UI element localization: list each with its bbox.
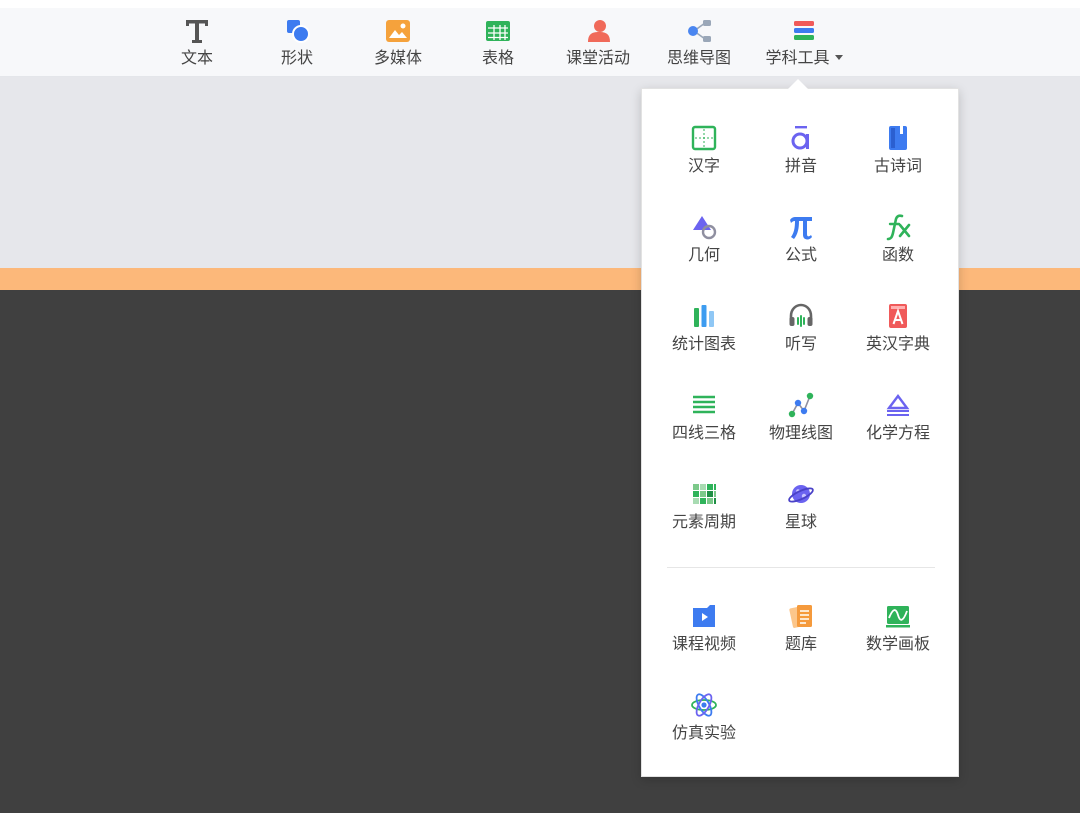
menu-item-course-video[interactable]: 课程视频 [655,602,753,672]
headphones-icon [789,303,813,327]
menu-item-pinyin[interactable]: 拼音 [752,124,850,194]
person-icon [588,20,610,42]
menu-item-periodic-table[interactable]: 元素周期 [655,480,753,550]
chem-equation-icon [886,394,910,416]
menu-item-simulation[interactable]: 仿真实验 [655,691,753,761]
activity-tool-label: 课堂活动 [565,48,630,67]
menu-label-pinyin: 拼音 [784,156,817,175]
menu-label-physics-graph: 物理线图 [768,423,833,442]
menu-item-four-line[interactable]: 四线三格 [655,391,753,461]
mindmap-icon [688,20,711,42]
menu-item-physics-graph[interactable]: 物理线图 [752,391,850,461]
menu-label-simulation: 仿真实验 [671,723,736,742]
top-toolbar: 文本 形状 多媒体 表格 课堂活动 思维导图 学科工具 [0,0,1080,77]
menu-label-four-line: 四线三格 [671,423,736,442]
menu-item-chem-equation[interactable]: 化学方程 [849,391,947,461]
mindmap-tool-button[interactable]: 思维导图 [654,16,744,76]
video-play-icon [693,605,715,627]
table-icon [486,21,510,41]
menu-item-hanzi[interactable]: 汉字 [655,124,753,194]
menu-label-chem-equation: 化学方程 [865,423,930,442]
menu-label-formula: 公式 [784,245,817,264]
menu-item-dictionary[interactable]: 英汉字典 [849,302,947,372]
periodic-grid-icon [693,484,716,504]
image-icon [386,20,410,42]
geometry-icon [693,216,717,240]
bar-chart-icon [694,305,714,327]
table-tool-button[interactable]: 表格 [453,16,543,76]
four-lines-icon [693,395,715,414]
menu-label-poetry: 古诗词 [873,156,922,175]
subject-tools-label: 学科工具 [754,48,854,68]
caret-down-icon [834,55,843,60]
dictionary-icon [889,304,907,328]
menu-item-question-bank[interactable]: 题库 [752,602,850,672]
activity-tool-button[interactable]: 课堂活动 [553,16,643,76]
menu-pointer [788,79,808,89]
text-tool-label: 文本 [180,48,213,67]
menu-item-poetry[interactable]: 古诗词 [849,124,947,194]
shape-tool-button[interactable]: 形状 [252,16,342,76]
shape-icon [287,20,310,43]
menu-label-dictation: 听写 [784,334,817,353]
text-icon [186,20,208,43]
subject-tools-button[interactable]: 学科工具 [754,16,854,76]
menu-item-function[interactable]: 函数 [849,213,947,283]
planet-icon [788,485,814,503]
menu-label-hanzi: 汉字 [687,156,720,175]
menu-label-geometry: 几何 [687,245,720,264]
media-tool-button[interactable]: 多媒体 [353,16,443,76]
table-tool-label: 表格 [481,48,514,67]
books-icon [794,21,814,40]
line-graph-icon [788,392,814,418]
menu-label-function: 函数 [881,245,914,264]
menu-label-question-bank: 题库 [784,634,817,653]
function-fx-icon [886,214,911,241]
pinyin-icon [791,126,809,150]
menu-item-planet[interactable]: 星球 [752,480,850,550]
subject-tools-text: 学科工具 [765,48,830,67]
book-icon [889,126,907,150]
media-tool-label: 多媒体 [373,48,422,67]
menu-item-geometry[interactable]: 几何 [655,213,753,283]
menu-divider [667,567,935,568]
menu-label-planet: 星球 [784,512,817,531]
math-board-icon [886,606,910,628]
menu-label-course-video: 课程视频 [671,634,736,653]
text-tool-button[interactable]: 文本 [152,16,242,76]
shape-tool-label: 形状 [280,48,313,67]
menu-item-dictation[interactable]: 听写 [752,302,850,372]
mindmap-tool-label: 思维导图 [666,48,731,67]
menu-label-periodic-table: 元素周期 [671,512,736,531]
menu-label-math-board: 数学画板 [865,634,930,653]
menu-label-stats-chart: 统计图表 [671,334,736,353]
menu-item-stats-chart[interactable]: 统计图表 [655,302,753,372]
hanzi-grid-icon [691,125,717,151]
menu-item-formula[interactable]: 公式 [752,213,850,283]
subject-tools-menu: 汉字 拼音 古诗词 几何 公式 函数 统计图表 听写 英汉字典 四线三格 物理线… [641,79,959,777]
menu-label-dictionary: 英汉字典 [865,334,930,353]
pi-icon [790,217,812,240]
menu-item-math-board[interactable]: 数学画板 [849,602,947,672]
question-bank-icon [789,605,812,628]
atom-icon [691,693,717,717]
